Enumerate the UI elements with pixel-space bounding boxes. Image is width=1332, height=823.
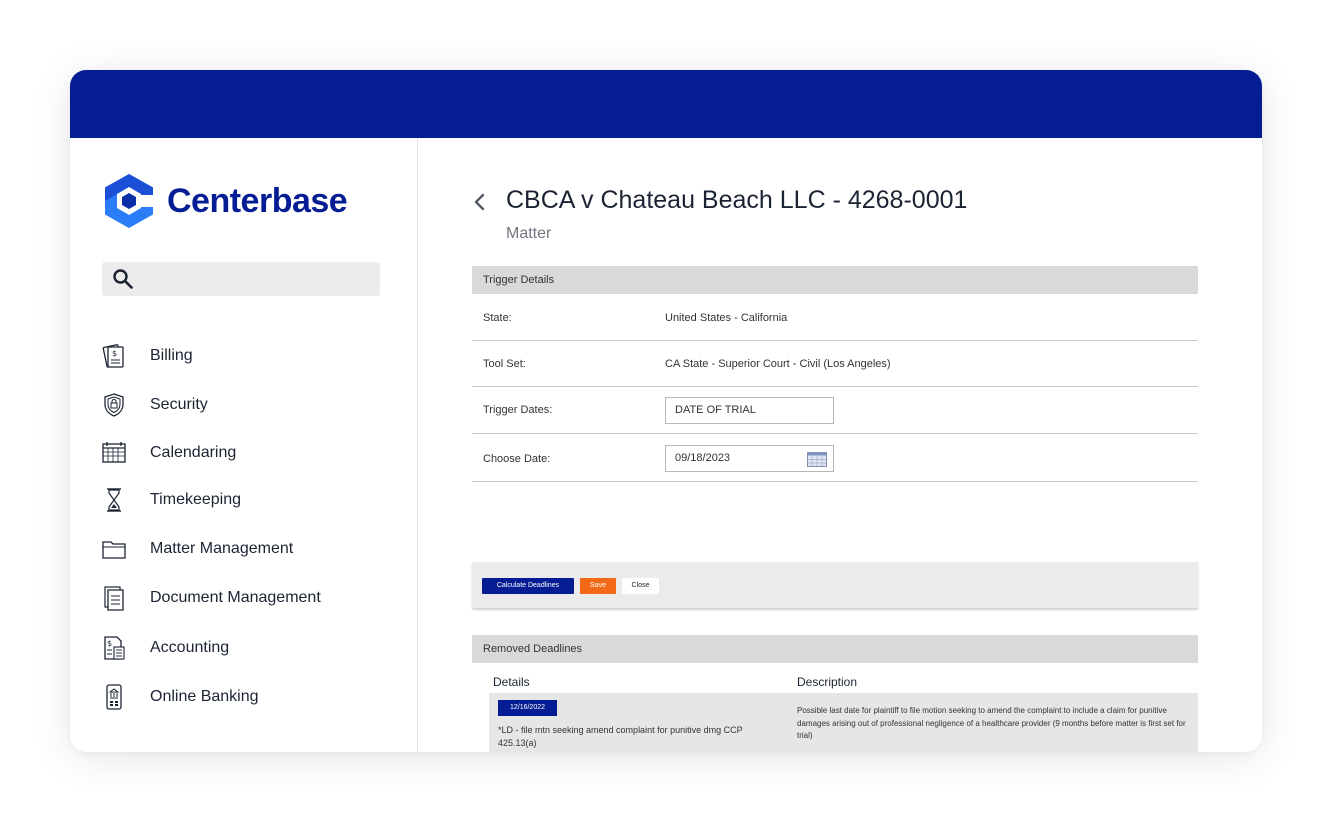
removed-deadlines-columns: Details Description bbox=[489, 671, 1198, 693]
calculate-deadlines-button[interactable]: Calculate Deadlines bbox=[482, 578, 574, 594]
column-header-description: Description bbox=[797, 675, 858, 689]
trigger-dates-row: Trigger Dates: DATE OF TRIAL bbox=[472, 387, 1198, 434]
page-subtitle: Matter bbox=[506, 225, 552, 242]
choose-date-value: 09/18/2023 bbox=[675, 452, 731, 464]
main-content: CBCA v Chateau Beach LLC - 4268-0001 Mat… bbox=[419, 138, 1262, 752]
billing-icon: $ bbox=[102, 344, 124, 368]
sidebar-item-label: Document Management bbox=[150, 589, 321, 606]
search-icon bbox=[113, 269, 133, 289]
folder-icon bbox=[102, 541, 126, 559]
sidebar: Centerbase $ Billing Security Calendarin… bbox=[70, 138, 418, 752]
action-bar: Calculate Deadlines Save Close bbox=[472, 562, 1198, 608]
svg-text:$: $ bbox=[107, 639, 112, 648]
sidebar-item-label: Billing bbox=[150, 347, 193, 364]
sidebar-item-calendaring[interactable]: Calendaring bbox=[102, 433, 362, 473]
sidebar-item-document-management[interactable]: Document Management bbox=[102, 578, 362, 618]
sidebar-item-accounting[interactable]: $ Accounting bbox=[102, 628, 362, 668]
top-bar bbox=[70, 70, 1262, 138]
trigger-dates-label: Trigger Dates: bbox=[483, 404, 553, 416]
security-icon bbox=[104, 393, 124, 417]
save-button[interactable]: Save bbox=[580, 578, 616, 594]
choose-date-label: Choose Date: bbox=[483, 453, 551, 465]
sidebar-item-online-banking[interactable]: Online Banking bbox=[102, 677, 362, 717]
sidebar-item-label: Timekeeping bbox=[150, 491, 242, 508]
toolset-value: CA State - Superior Court - Civil (Los A… bbox=[665, 358, 891, 370]
sidebar-item-label: Security bbox=[150, 396, 208, 413]
brand-name: Centerbase bbox=[167, 181, 348, 220]
document-icon bbox=[104, 586, 124, 611]
brand[interactable]: Centerbase bbox=[102, 172, 348, 230]
sidebar-item-label: Accounting bbox=[150, 639, 230, 656]
sidebar-item-label: Calendaring bbox=[150, 444, 237, 461]
app-window: Centerbase $ Billing Security Calendarin… bbox=[70, 70, 1262, 752]
close-button[interactable]: Close bbox=[622, 578, 659, 594]
sidebar-item-security[interactable]: Security bbox=[102, 385, 362, 425]
toolset-row: Tool Set: CA State - Superior Court - Ci… bbox=[472, 341, 1198, 387]
deadline-details: *LD - file mtn seeking amend complaint f… bbox=[498, 725, 743, 748]
removed-deadlines-header: Removed Deadlines bbox=[472, 635, 1198, 663]
sidebar-item-matter-management[interactable]: Matter Management bbox=[102, 529, 362, 569]
column-header-details: Details bbox=[493, 675, 530, 689]
accounting-icon: $ bbox=[104, 636, 125, 660]
sidebar-item-label: Matter Management bbox=[150, 540, 294, 557]
hourglass-icon bbox=[107, 488, 121, 512]
svg-text:$: $ bbox=[112, 349, 117, 358]
deadline-date-badge: 12/16/2022 bbox=[498, 700, 557, 716]
choose-date-row: Choose Date: 09/18/2023 bbox=[472, 434, 1198, 482]
table-row[interactable]: 12/16/2022 *LD - file mtn seeking amend … bbox=[489, 693, 1198, 752]
calendar-icon bbox=[102, 442, 126, 463]
state-row: State: United States - California bbox=[472, 294, 1198, 341]
choose-date-input[interactable]: 09/18/2023 bbox=[665, 445, 834, 472]
search-input[interactable] bbox=[102, 262, 380, 296]
trigger-details-header: Trigger Details bbox=[472, 266, 1198, 294]
trigger-dates-select[interactable]: DATE OF TRIAL bbox=[665, 397, 834, 424]
toolset-label: Tool Set: bbox=[483, 358, 526, 370]
deadline-description: Possible last date for plaintiff to file… bbox=[797, 706, 1186, 740]
centerbase-logo-icon bbox=[105, 174, 154, 228]
sidebar-item-billing[interactable]: $ Billing bbox=[102, 336, 362, 376]
page-title: CBCA v Chateau Beach LLC - 4268-0001 bbox=[506, 186, 968, 214]
state-value: United States - California bbox=[665, 312, 788, 324]
state-label: State: bbox=[483, 312, 512, 324]
chevron-left-icon[interactable] bbox=[470, 191, 488, 213]
bank-icon bbox=[106, 684, 122, 710]
sidebar-item-label: Online Banking bbox=[150, 688, 259, 705]
sidebar-item-timekeeping[interactable]: Timekeeping bbox=[102, 480, 362, 520]
calendar-picker-icon[interactable] bbox=[807, 451, 827, 467]
